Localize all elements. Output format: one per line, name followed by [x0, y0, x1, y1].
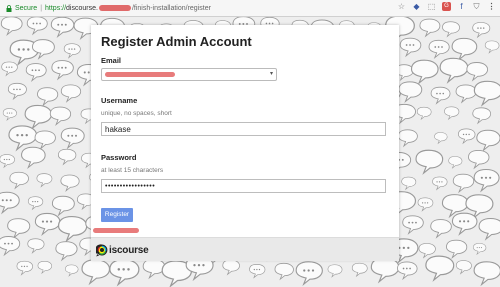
username-input[interactable]: hakase	[101, 122, 386, 136]
email-redaction	[105, 72, 175, 77]
card-footer: iscourse	[91, 237, 399, 261]
discourse-logo[interactable]: iscourse	[96, 243, 149, 257]
password-hint: at least 15 characters	[101, 167, 164, 174]
menu-icon[interactable]: ⋮	[487, 2, 496, 11]
username-label: Username	[101, 96, 138, 105]
star-icon[interactable]: ☆	[397, 2, 406, 11]
register-admin-card: Register Admin Account Email ▾ Username …	[91, 25, 399, 261]
url-scheme: https://	[45, 4, 67, 12]
url-redaction	[98, 5, 131, 11]
password-label: Password	[101, 153, 137, 162]
browser-extension-bar: ☆ ◆ ⬚ G f ⛉ ⋮	[397, 2, 496, 11]
lock-icon	[6, 4, 12, 12]
discourse-logo-icon	[96, 243, 108, 256]
puzzle-extension-icon[interactable]: ◆	[412, 2, 421, 11]
chevron-down-icon: ▾	[269, 71, 273, 77]
secure-label: Secure	[15, 4, 38, 12]
register-button[interactable]: Register	[101, 208, 133, 222]
button-redaction	[93, 228, 139, 233]
shield-extension-icon[interactable]: ⛉	[472, 2, 481, 11]
email-label: Email	[101, 56, 122, 65]
username-hint: unique, no spaces, short	[101, 110, 172, 117]
page-title: Register Admin Account	[101, 34, 252, 49]
discourse-logo-text: iscourse	[109, 244, 149, 256]
browser-address-bar[interactable]: Secure | https:// discourse. /finish-ins…	[0, 0, 500, 17]
url-path: /finish-installation/register	[131, 4, 211, 12]
red-extension-icon[interactable]: G	[442, 2, 451, 11]
email-select[interactable]: ▾	[101, 68, 277, 81]
password-input[interactable]: •••••••••••••••••	[101, 179, 386, 193]
url-separator: |	[40, 4, 43, 12]
url-host: discourse.	[66, 4, 98, 12]
facebook-extension-icon[interactable]: f	[457, 2, 466, 11]
bookmark-extension-icon[interactable]: ⬚	[427, 2, 436, 11]
